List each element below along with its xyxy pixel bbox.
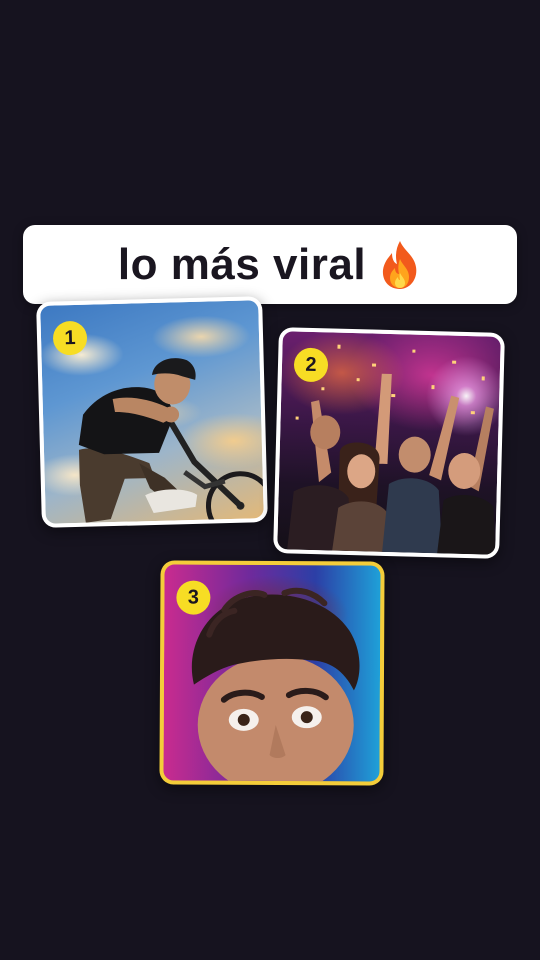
fire-icon <box>378 239 422 291</box>
video-card-2[interactable]: 2 <box>273 327 505 559</box>
title-banner: lo más viral <box>23 225 517 304</box>
surprised-man-photo: 3 <box>163 564 381 782</box>
concert-crowd-photo: 2 <box>277 331 501 555</box>
bmx-rider-photo: 1 <box>40 300 264 524</box>
video-card-3[interactable]: 3 <box>159 560 385 786</box>
video-card-1[interactable]: 1 <box>36 296 268 528</box>
rank-badge-3: 3 <box>176 580 211 615</box>
page-title: lo más viral <box>117 239 367 289</box>
